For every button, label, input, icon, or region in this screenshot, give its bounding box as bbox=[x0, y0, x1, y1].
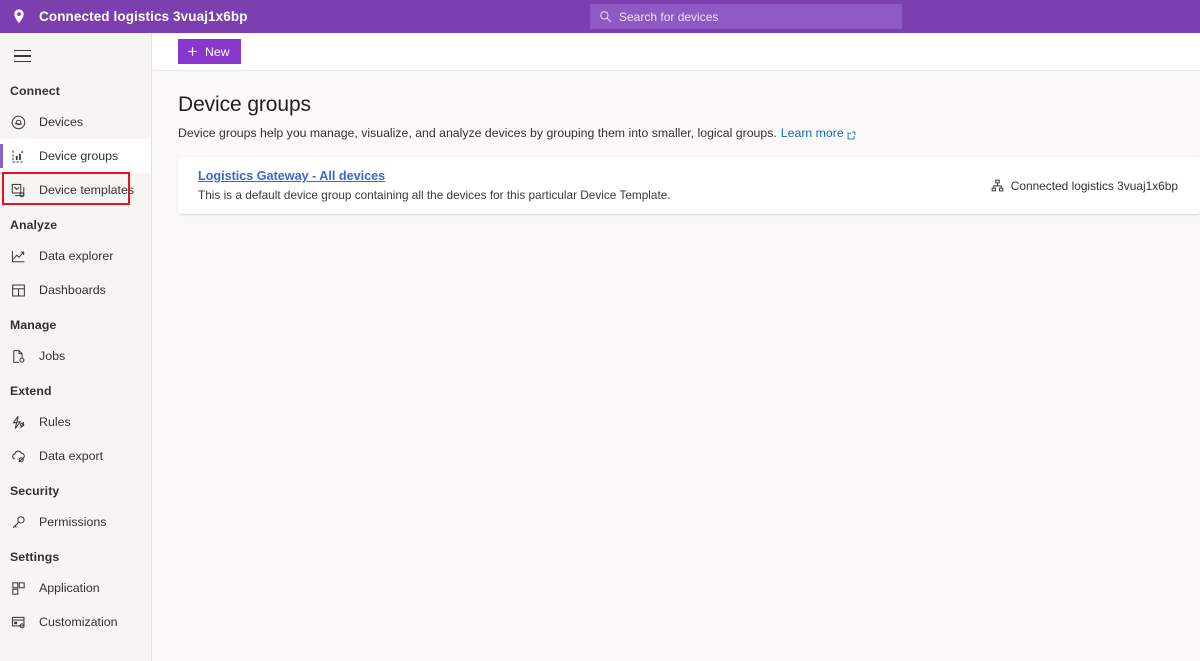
rules-lightning-icon bbox=[10, 414, 27, 431]
device-group-card[interactable]: Logistics Gateway - All devices This is … bbox=[178, 157, 1200, 214]
device-group-description: This is a default device group containin… bbox=[198, 188, 671, 202]
sidebar-item-data-export[interactable]: Data export bbox=[0, 439, 151, 473]
hamburger-icon[interactable] bbox=[2, 39, 42, 73]
key-icon bbox=[10, 514, 27, 531]
app-title: Connected logistics 3vuaj1x6bp bbox=[39, 9, 248, 24]
nav-section-connect: Connect bbox=[0, 73, 151, 105]
sidebar-item-label: Application bbox=[39, 581, 100, 595]
new-button[interactable]: New bbox=[178, 39, 241, 64]
page-title: Device groups bbox=[178, 93, 1200, 117]
sidebar-item-application[interactable]: Application bbox=[0, 571, 151, 605]
device-group-info: Logistics Gateway - All devices This is … bbox=[198, 169, 671, 202]
nav-section-manage: Manage bbox=[0, 307, 151, 339]
sidebar-item-label: Jobs bbox=[39, 349, 65, 363]
customization-icon bbox=[10, 614, 27, 631]
sidebar-item-jobs[interactable]: Jobs bbox=[0, 339, 151, 373]
sidebar-item-permissions[interactable]: Permissions bbox=[0, 505, 151, 539]
sidebar-item-label: Data explorer bbox=[39, 249, 113, 263]
top-header: Connected logistics 3vuaj1x6bp Search fo… bbox=[0, 0, 1200, 33]
main-content: New Device groups Device groups help you… bbox=[152, 33, 1200, 661]
data-export-cloud-icon bbox=[10, 448, 27, 465]
sidebar-item-label: Customization bbox=[39, 615, 118, 629]
sidebar-item-label: Data export bbox=[39, 449, 103, 463]
sidebar-item-label: Permissions bbox=[39, 515, 106, 529]
plus-icon bbox=[187, 46, 198, 57]
jobs-document-icon bbox=[10, 348, 27, 365]
search-placeholder: Search for devices bbox=[619, 10, 718, 24]
sidebar-item-label: Device templates bbox=[39, 183, 134, 197]
location-pin-icon bbox=[10, 8, 28, 26]
dashboard-grid-icon bbox=[10, 282, 27, 299]
app-brand[interactable]: Connected logistics 3vuaj1x6bp bbox=[0, 8, 248, 26]
line-chart-icon bbox=[10, 248, 27, 265]
sidebar-item-label: Rules bbox=[39, 415, 71, 429]
sidebar-item-customization[interactable]: Customization bbox=[0, 605, 151, 639]
learn-more-link[interactable]: Learn more bbox=[781, 126, 844, 140]
sidebar-item-dashboards[interactable]: Dashboards bbox=[0, 273, 151, 307]
left-navigation: Connect Devices bbox=[0, 33, 152, 661]
sidebar-item-label: Dashboards bbox=[39, 283, 106, 297]
sidebar-item-devices[interactable]: Devices bbox=[0, 105, 151, 139]
device-groups-icon bbox=[10, 148, 27, 165]
nav-section-settings: Settings bbox=[0, 539, 151, 571]
app-body: Connect Devices bbox=[0, 33, 1200, 661]
search-input[interactable]: Search for devices bbox=[590, 4, 902, 29]
nav-section-extend: Extend bbox=[0, 373, 151, 405]
sidebar-item-data-explorer[interactable]: Data explorer bbox=[0, 239, 151, 273]
page-description: Device groups help you manage, visualize… bbox=[178, 126, 1200, 140]
device-group-name-link[interactable]: Logistics Gateway - All devices bbox=[198, 169, 671, 183]
sidebar-item-label: Device groups bbox=[39, 149, 118, 163]
page-content: Device groups Device groups help you man… bbox=[152, 71, 1200, 661]
sidebar-item-device-groups[interactable]: Device groups bbox=[0, 139, 151, 173]
devices-icon bbox=[10, 114, 27, 131]
page-description-text: Device groups help you manage, visualize… bbox=[178, 126, 777, 140]
search-icon bbox=[599, 10, 612, 23]
external-link-icon bbox=[847, 129, 856, 138]
device-templates-icon bbox=[10, 182, 27, 199]
sidebar-item-device-templates[interactable]: Device templates bbox=[0, 173, 151, 207]
device-group-organization: Connected logistics 3vuaj1x6bp bbox=[991, 179, 1178, 193]
sidebar-item-label: Devices bbox=[39, 115, 83, 129]
nav-section-analyze: Analyze bbox=[0, 207, 151, 239]
new-button-label: New bbox=[205, 45, 230, 59]
iot-central-app: Connected logistics 3vuaj1x6bp Search fo… bbox=[0, 0, 1200, 661]
application-grid-icon bbox=[10, 580, 27, 597]
nav-section-security: Security bbox=[0, 473, 151, 505]
command-bar: New bbox=[152, 33, 1200, 71]
org-hierarchy-icon bbox=[991, 179, 1004, 192]
sidebar-item-rules[interactable]: Rules bbox=[0, 405, 151, 439]
organization-label: Connected logistics 3vuaj1x6bp bbox=[1011, 179, 1178, 193]
